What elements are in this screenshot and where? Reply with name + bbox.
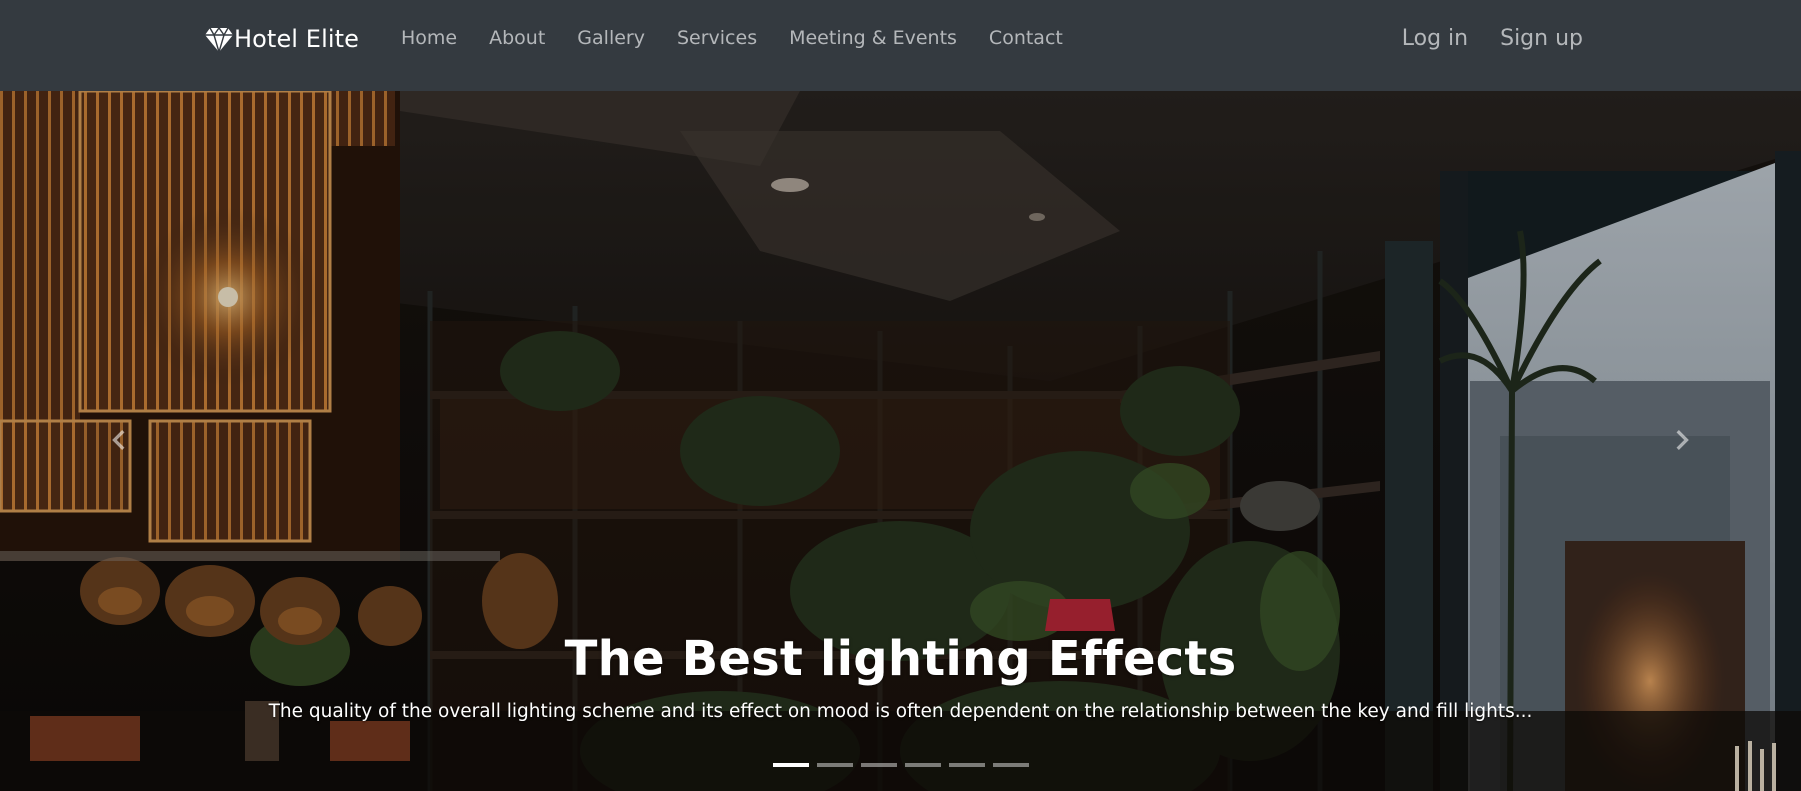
nav-link-contact[interactable]: Contact [989,27,1063,49]
carousel-indicator[interactable] [904,763,941,767]
caption-text: The quality of the overall lighting sche… [268,701,1533,722]
chevron-right-icon [1670,429,1692,454]
nav-item: Meeting & Events [789,27,957,49]
login-link[interactable]: Log in [1402,26,1468,51]
brand-link[interactable]: Hotel Elite [204,22,359,56]
carousel-indicators [0,763,1801,767]
nav-link-home[interactable]: Home [401,27,457,49]
chevron-left-icon [109,429,131,454]
nav-item: Services [677,27,757,49]
nav-item: About [489,27,545,49]
signup-link[interactable]: Sign up [1500,26,1583,51]
diamond-icon [204,26,234,53]
caption-title: The Best lighting Effects [564,631,1237,687]
nav-link-meeting-events[interactable]: Meeting & Events [789,27,957,49]
carousel-indicator[interactable] [816,763,853,767]
nav-item: Contact [989,27,1063,49]
auth-links: Log in Sign up [1370,20,1583,56]
carousel-indicator[interactable] [948,763,985,767]
hero-carousel: The Best lighting Effects The quality of… [0,91,1801,791]
nav-item: Gallery [577,27,645,49]
nav-link-services[interactable]: Services [677,27,757,49]
main-nav: Home About Gallery Services Meeting & Ev… [385,22,1079,54]
brand-name: Hotel Elite [234,25,359,53]
navbar: Hotel Elite Home About Gallery Services … [0,0,1801,91]
nav-link-gallery[interactable]: Gallery [577,27,645,49]
carousel-indicator[interactable] [860,763,897,767]
nav-link-about[interactable]: About [489,27,545,49]
carousel-caption: The Best lighting Effects The quality of… [0,631,1801,722]
nav-item: Home [401,27,457,49]
carousel-indicator[interactable] [992,763,1029,767]
carousel-indicator[interactable] [772,763,809,767]
